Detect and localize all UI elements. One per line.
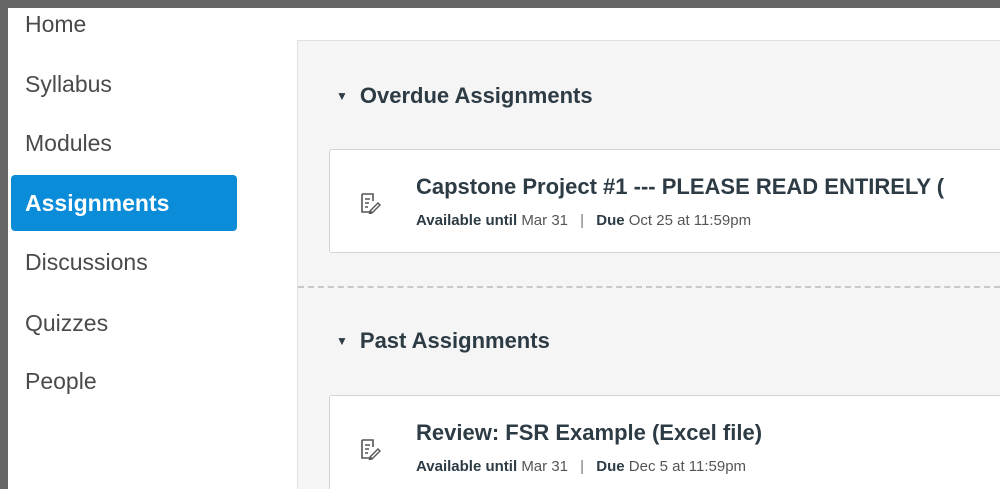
available-date: Mar 31 [521, 458, 568, 475]
available-label: Available until [416, 458, 518, 475]
meta-separator: | [580, 212, 585, 229]
assignment-card[interactable]: Capstone Project #1 --- PLEASE READ ENTI… [329, 149, 1000, 253]
due-label: Due [596, 458, 625, 475]
group-divider [298, 286, 1000, 288]
due-date: Oct 25 at 11:59pm [628, 212, 752, 229]
due-label: Due [596, 212, 625, 229]
nav-assignments[interactable]: Assignments [11, 175, 237, 231]
nav-modules[interactable]: Modules [11, 115, 237, 171]
assignment-meta: Available until Mar 31 | Due Oct 25 at 1… [416, 212, 751, 229]
meta-separator: | [580, 458, 585, 475]
group-title: Overdue Assignments [359, 83, 593, 108]
nav-discussions[interactable]: Discussions [11, 234, 237, 290]
assignment-title[interactable]: Capstone Project #1 --- PLEASE READ ENTI… [416, 174, 944, 200]
group-header-past[interactable]: ▼ Past Assignments [336, 328, 550, 354]
available-label: Available until [416, 212, 518, 229]
assignment-card[interactable]: Review: FSR Example (Excel file) Availab… [329, 395, 1000, 489]
due-date: Dec 5 at 11:59pm [628, 458, 747, 475]
assignment-title[interactable]: Review: FSR Example (Excel file) [416, 420, 762, 446]
caret-down-icon: ▼ [336, 89, 348, 103]
assignment-icon [361, 439, 381, 460]
assignments-content: ▼ Overdue Assignments Capstone Project #… [297, 40, 1000, 489]
nav-syllabus[interactable]: Syllabus [11, 56, 237, 112]
available-date: Mar 31 [521, 212, 568, 229]
nav-quizzes[interactable]: Quizzes [11, 295, 237, 351]
caret-down-icon: ▼ [336, 334, 348, 348]
group-title: Past Assignments [359, 328, 550, 353]
course-navigation: Home Syllabus Modules Assignments Discus… [8, 8, 248, 489]
nav-home[interactable]: Home [11, 8, 237, 52]
assignment-meta: Available until Mar 31 | Due Dec 5 at 11… [416, 458, 746, 475]
app-frame: Home Syllabus Modules Assignments Discus… [8, 8, 1000, 489]
nav-people[interactable]: People [11, 353, 237, 409]
assignment-icon [361, 193, 381, 214]
group-header-overdue[interactable]: ▼ Overdue Assignments [336, 83, 593, 109]
